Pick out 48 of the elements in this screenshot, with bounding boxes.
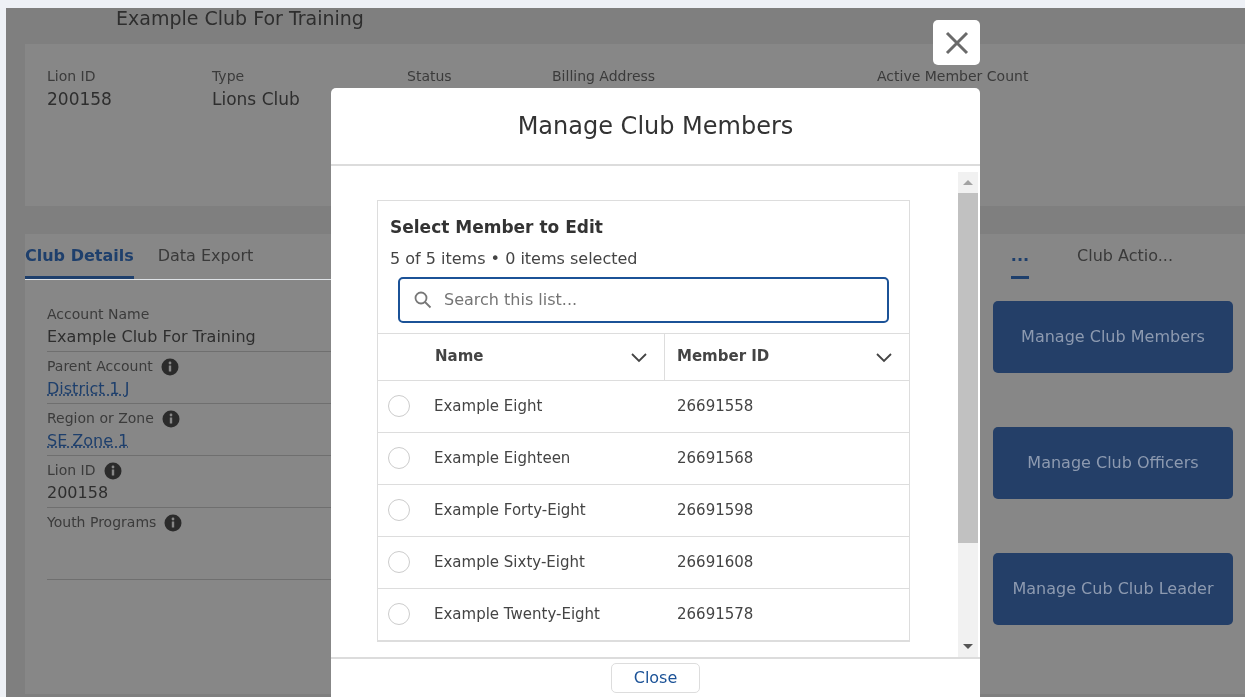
action-button[interactable]: Manage Cub Club Leader xyxy=(993,553,1233,625)
table-cell-text: Example Sixty-Eight xyxy=(434,551,586,573)
item-count: 5 of 5 items • 0 items selected xyxy=(390,247,639,270)
table-cell-text: Example Eighteen xyxy=(434,447,572,469)
close-button[interactable]: Close xyxy=(610,663,701,693)
field-label: Parent Account xyxy=(47,357,153,376)
tab[interactable]: Club Actio... xyxy=(1077,234,1173,279)
action-button[interactable]: Manage Club Officers xyxy=(993,427,1233,499)
column-header[interactable]: Member ID xyxy=(665,333,909,380)
info-icon xyxy=(160,357,179,376)
field-label: Lion ID xyxy=(47,67,97,86)
table-cell-text: 26691608 xyxy=(677,551,754,573)
page-title: Example Club For Training xyxy=(115,8,364,31)
scrollbar[interactable] xyxy=(958,172,978,657)
table-cell-text: Example Twenty-Eight xyxy=(434,603,601,625)
table-cell-text: 26691558 xyxy=(677,395,754,417)
table-cell-text: 26691578 xyxy=(677,603,754,625)
info-icon xyxy=(103,461,122,480)
field-label: Billing Address xyxy=(552,67,657,86)
field-label: Region or Zone xyxy=(47,409,154,428)
field-value: 200158 xyxy=(47,482,110,504)
tab[interactable]: Data Export xyxy=(157,234,254,279)
field-value: Lions Club xyxy=(212,88,301,111)
table-cell-text: Example Forty-Eight xyxy=(434,499,587,521)
field-label: Type xyxy=(212,67,246,86)
table-cell-text: 26691598 xyxy=(677,499,754,521)
field-label: Account Name xyxy=(47,305,150,324)
column-title: Name xyxy=(435,346,484,368)
table-cell-text: 26691568 xyxy=(677,447,754,469)
close-icon xyxy=(944,30,969,55)
info-icon xyxy=(164,513,183,532)
field-label: Active Member Count xyxy=(877,67,1030,86)
field-value: 200158 xyxy=(47,88,113,111)
field-label: Status xyxy=(407,67,453,86)
column-title: Member ID xyxy=(677,346,770,368)
field-label: Youth Programs xyxy=(47,513,157,532)
field-label: Lion ID xyxy=(47,461,96,480)
list-title: Select Member to Edit xyxy=(390,216,604,239)
info-icon xyxy=(161,409,180,428)
column-header[interactable]: Name xyxy=(378,333,665,380)
field-value: Example Club For Training xyxy=(47,326,257,348)
tab[interactable]: Club Details xyxy=(25,234,134,279)
action-button[interactable]: Manage Club Members xyxy=(993,301,1233,373)
table-cell-text: Example Eight xyxy=(434,395,544,417)
modal-title: Manage Club Members xyxy=(517,111,794,142)
tab[interactable]: ... xyxy=(1010,234,1030,279)
close-button[interactable] xyxy=(933,20,980,65)
search-field[interactable]: Search this list... xyxy=(398,276,889,323)
